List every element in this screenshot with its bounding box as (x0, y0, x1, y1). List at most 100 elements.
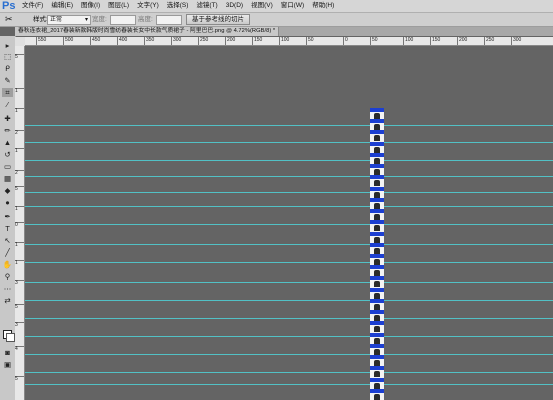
quick-select-icon[interactable]: ✎ (2, 76, 13, 85)
horizontal-guide[interactable] (25, 142, 553, 143)
horizontal-guide[interactable] (25, 192, 553, 193)
quick-mask-icon[interactable]: ◙ (2, 348, 13, 357)
ruler-label: 5 (15, 376, 24, 382)
ruler-label: 400 (117, 37, 128, 45)
style-select[interactable]: 正常 ▾ (47, 15, 91, 25)
horizontal-guide[interactable] (25, 125, 553, 126)
height-field[interactable] (156, 15, 182, 25)
horizontal-guide[interactable] (25, 336, 553, 337)
thumbnail-tag (370, 108, 384, 112)
menu-file[interactable]: 文件(F) (18, 0, 47, 12)
menu-filter[interactable]: 滤镜(T) (192, 0, 221, 12)
model-figure (374, 169, 380, 176)
horizontal-guide[interactable] (25, 206, 553, 207)
document-canvas[interactable] (25, 46, 553, 400)
menu-type[interactable]: 文字(Y) (133, 0, 163, 12)
model-figure (374, 315, 380, 322)
model-figure (374, 292, 380, 299)
extra-tools-icon[interactable]: ⋯ (2, 284, 13, 293)
menu-help[interactable]: 帮助(H) (308, 0, 338, 12)
thumbnail-tag (370, 130, 384, 135)
model-figure (374, 326, 380, 333)
menu-bar: Ps 文件(F) 编辑(E) 图像(I) 图层(L) 文字(Y) 选择(S) 滤… (0, 0, 553, 13)
horizontal-guide[interactable] (25, 244, 553, 245)
model-figure (374, 135, 380, 142)
slice-tool-icon[interactable]: ✂ (5, 14, 16, 24)
eyedropper-icon[interactable]: ⁄ (2, 100, 13, 109)
type-icon[interactable]: T (2, 224, 13, 233)
ruler-label: 100 (279, 37, 290, 45)
horizontal-guide[interactable] (25, 282, 553, 283)
menu-view[interactable]: 视图(V) (247, 0, 277, 12)
gradient-icon[interactable]: ▦ (2, 174, 13, 183)
lasso-icon[interactable]: ᑭ (2, 64, 13, 73)
thumbnail-tag (370, 310, 384, 315)
strip-thumbnail (370, 209, 384, 221)
crop-icon[interactable]: ⌗ (2, 88, 13, 97)
blur-icon[interactable]: ◆ (2, 186, 13, 195)
vertical-ruler[interactable]: 5 1 1 2 1 2 5 1 0 1 1 3 5 3 4 5 (15, 46, 25, 400)
menu-layer[interactable]: 图层(L) (104, 0, 133, 12)
strip-thumbnail (370, 321, 384, 333)
style-value: 正常 (50, 17, 63, 23)
slices-from-guides-button[interactable]: 基于参考线的切片 (186, 14, 250, 25)
history-brush-icon[interactable]: ↺ (2, 150, 13, 159)
hand-icon[interactable]: ✋ (2, 260, 13, 269)
swap-colors-icon[interactable]: ⇄ (2, 296, 13, 305)
dodge-icon[interactable]: ● (2, 198, 13, 207)
width-field[interactable] (110, 15, 136, 25)
brush-icon[interactable]: ✏ (2, 126, 13, 135)
menu-3d[interactable]: 3D(D) (222, 0, 247, 12)
ruler-label: 200 (225, 37, 236, 45)
horizontal-guide[interactable] (25, 318, 553, 319)
thumbnail-tag (370, 332, 384, 337)
model-figure (374, 281, 380, 288)
model-figure (374, 382, 380, 389)
thumbnail-tag (370, 298, 384, 303)
pen-icon[interactable]: ✒ (2, 212, 13, 221)
thumbnail-tag (370, 119, 384, 124)
screen-mode-icon[interactable]: ▣ (2, 360, 13, 369)
ruler-label: 50 (370, 37, 378, 45)
menu-edit[interactable]: 编辑(E) (47, 0, 77, 12)
thumbnail-tag (370, 175, 384, 180)
horizontal-ruler[interactable]: 550 500 450 400 350 300 250 200 150 100 … (25, 37, 553, 46)
ruler-label: 5 (15, 186, 24, 192)
horizontal-guide[interactable] (25, 160, 553, 161)
move-icon[interactable]: ▸ (2, 41, 13, 50)
thumbnail-tag (370, 377, 384, 382)
strip-thumbnail (370, 355, 384, 367)
eraser-icon[interactable]: ▭ (2, 162, 13, 171)
ruler-label: 5 (15, 54, 24, 60)
ruler-label: 1 (15, 206, 24, 212)
strip-thumbnail (370, 130, 384, 142)
chevron-down-icon: ▾ (84, 17, 88, 23)
horizontal-guide[interactable] (25, 354, 553, 355)
ruler-label: 1 (15, 88, 24, 94)
horizontal-guide[interactable] (25, 176, 553, 177)
horizontal-guide[interactable] (25, 300, 553, 301)
menu-select[interactable]: 选择(S) (163, 0, 193, 12)
document-tab[interactable]: 春秋连衣裙_2017春装新款韩版时尚雪纺春装长女中长款气质裙子 - 阿里巴巴.p… (15, 27, 280, 36)
healing-icon[interactable]: ✚ (2, 114, 13, 123)
strip-thumbnail (370, 366, 384, 378)
stamp-icon[interactable]: ▲ (2, 138, 13, 147)
shape-icon[interactable]: ╱ (2, 248, 13, 257)
model-figure (374, 360, 380, 367)
strip-thumbnail (370, 164, 384, 176)
menu-window[interactable]: 窗口(W) (277, 0, 308, 12)
marquee-icon[interactable]: ⬚ (2, 52, 13, 61)
background-color-swatch[interactable] (6, 333, 15, 342)
product-image-strip[interactable] (370, 108, 384, 400)
path-select-icon[interactable]: ↖ (2, 236, 13, 245)
horizontal-guide[interactable] (25, 372, 553, 373)
horizontal-guide[interactable] (25, 224, 553, 225)
zoom-icon[interactable]: ⚲ (2, 272, 13, 281)
strip-thumbnail (370, 141, 384, 153)
ruler-label: 450 (90, 37, 101, 45)
strip-thumbnail (370, 343, 384, 355)
ruler-label: 200 (457, 37, 468, 45)
menu-image[interactable]: 图像(I) (77, 0, 104, 12)
horizontal-guide[interactable] (25, 384, 553, 385)
horizontal-guide[interactable] (25, 262, 553, 263)
